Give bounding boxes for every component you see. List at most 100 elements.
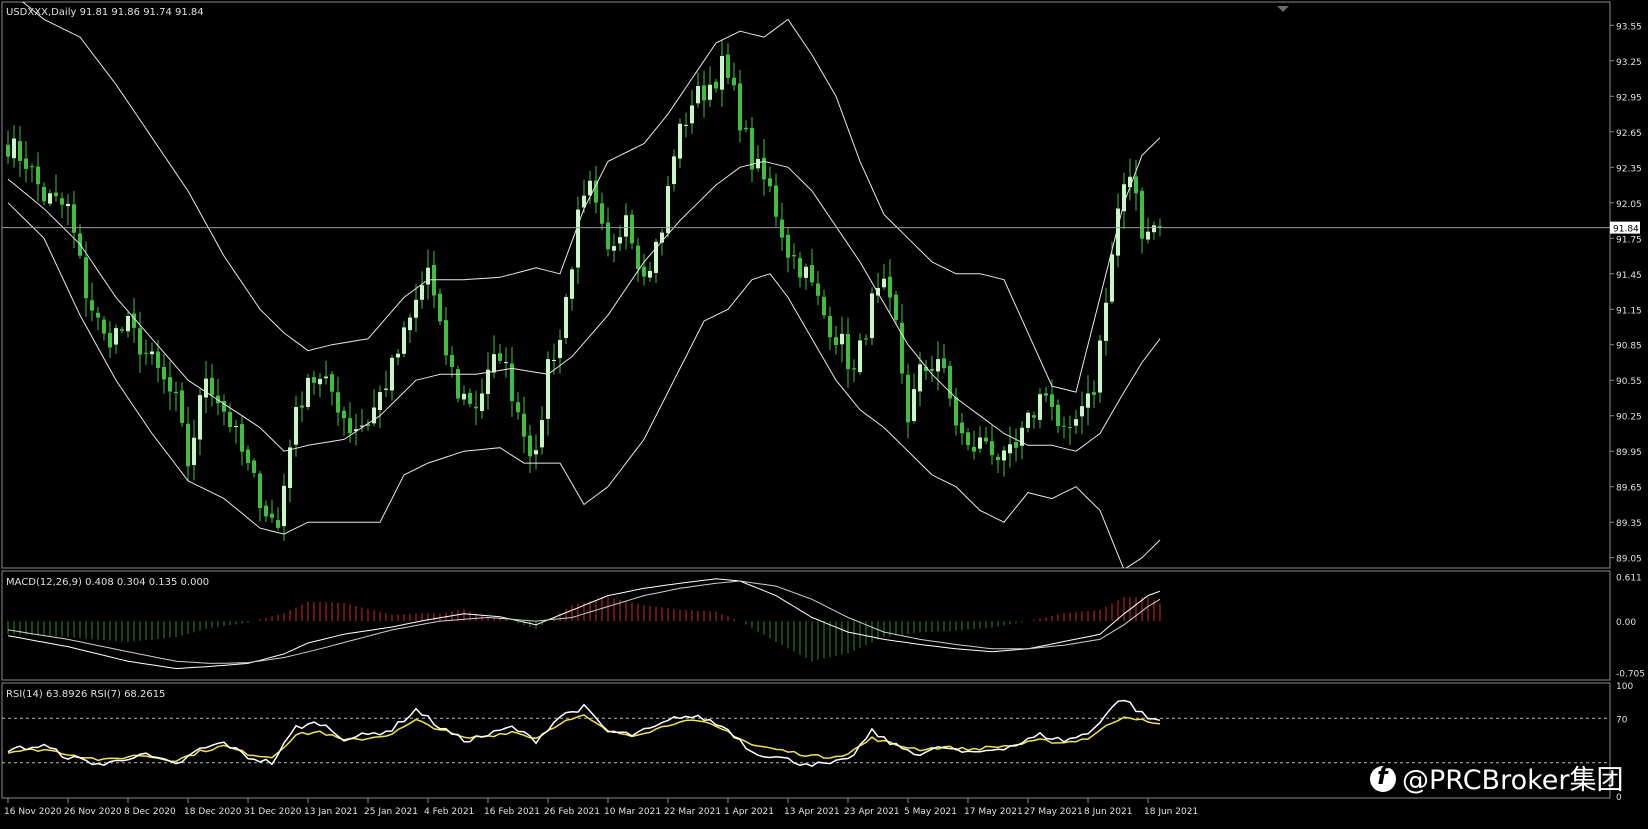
candle-body-bear [42, 186, 46, 202]
candle-body-bull [840, 333, 844, 345]
candle-body-bear [792, 255, 796, 257]
brand-logo-icon [1370, 762, 1396, 792]
candle-body-bull [666, 186, 670, 234]
candle-body-bull [318, 378, 322, 385]
price-axis-label: 93.25 [1616, 58, 1642, 68]
price-axis-label: 91.15 [1616, 306, 1642, 316]
candle-body-bear [24, 158, 28, 169]
time-axis-label: 26 Feb 2021 [544, 807, 600, 817]
time-axis-label: 23 Apr 2021 [844, 807, 900, 817]
candle-body-bear [828, 315, 832, 338]
candle-body-bull [306, 377, 310, 408]
candle-body-bull [408, 317, 412, 331]
candle-body-bull [624, 215, 628, 237]
candle-body-bear [750, 127, 754, 170]
candle-body-bear [168, 377, 172, 392]
candle-body-bull [426, 267, 430, 285]
candle-body-bull [1086, 393, 1090, 408]
candle-body-bull [534, 450, 538, 455]
price-axis-label: 90.85 [1616, 342, 1642, 352]
candle-body-bear [732, 77, 736, 86]
candle [438, 288, 442, 325]
candle-body-bear [210, 377, 214, 396]
candle [564, 293, 568, 345]
candle-body-bull [870, 293, 874, 339]
candle-body-bear [132, 313, 136, 328]
price-axis-label: 89.35 [1616, 519, 1642, 529]
candle-body-bear [780, 219, 784, 238]
candle-body-bear [960, 422, 964, 434]
candle-body-bear [468, 392, 472, 404]
candle-body-bear [846, 334, 850, 370]
time-axis-label: 1 Apr 2021 [724, 807, 774, 817]
candle-body-bull [1002, 450, 1006, 461]
watermark: @PRCBroker集团 [1370, 758, 1623, 797]
candle-body-bear [900, 322, 904, 374]
candle-body-bull [546, 359, 550, 419]
candle-body-bull [1080, 406, 1084, 417]
candle-body-bull [936, 359, 940, 372]
candle-body-bull [858, 340, 862, 373]
candle [630, 209, 634, 250]
candle-body-bear [228, 412, 232, 427]
candle-body-bear [84, 257, 88, 299]
price-axis-label: 91.45 [1616, 271, 1642, 281]
candle-body-bear [630, 214, 634, 244]
chart-background [0, 0, 1648, 825]
candle-body-bear [240, 424, 244, 452]
candle-body-bull [402, 327, 406, 354]
candle-body-bull [648, 270, 652, 278]
macd-axis-label: -0.705 [1616, 670, 1645, 680]
candle-body-bull [12, 138, 16, 159]
candle-body-bull [804, 266, 808, 278]
time-axis-label: 8 Jun 2021 [1084, 807, 1132, 817]
candle-body-bull [150, 351, 154, 355]
candle-body-bull [480, 393, 484, 412]
candle-body-bull [1146, 231, 1150, 240]
chart-window: 91.84 93.55 93.25 92.95 92.65 92.35 92.05 91.75… [0, 0, 1648, 825]
candle-body-bear [702, 85, 706, 101]
candle-body-bear [276, 519, 280, 528]
candle-body-bear [144, 352, 148, 354]
time-axis-label: 22 Mar 2021 [664, 807, 721, 817]
candle-body-bear [1056, 404, 1060, 427]
candle-body-bear [798, 258, 802, 278]
candle-body-bull [48, 193, 52, 204]
candle-body-bull [378, 392, 382, 411]
candle-body-bear [138, 328, 142, 355]
candle-body-bull [552, 359, 556, 362]
candle-body-bull [198, 395, 202, 440]
time-axis-label: 13 Apr 2021 [784, 807, 840, 817]
candle-body-bear [336, 392, 340, 413]
candle-body-bear [264, 505, 268, 517]
candle-body-bear [726, 54, 730, 78]
candle-body-bear [1014, 441, 1018, 448]
candle-body-bear [738, 83, 742, 131]
time-axis-label: 17 May 2021 [964, 807, 1023, 817]
price-axis-label: 93.55 [1616, 22, 1642, 32]
candle-body-bull [288, 447, 292, 489]
candle-body-bear [444, 320, 448, 356]
candle-body-bull [324, 376, 328, 379]
candle-body-bear [30, 166, 34, 168]
candle-body-bear [246, 449, 250, 464]
time-axis-label: 25 Jan 2021 [364, 807, 418, 817]
time-axis-label: 27 May 2021 [1024, 807, 1083, 817]
candle-body-bear [174, 391, 178, 394]
candle-body-bear [60, 198, 64, 205]
time-axis-label: 18 Dec 2020 [184, 807, 242, 817]
trading-chart[interactable]: 91.84 93.55 93.25 92.95 92.65 92.35 92.05 91.75… [0, 0, 1648, 825]
candle-body-bear [510, 363, 514, 402]
candle-body-bear [456, 369, 460, 399]
candle-body-bull [234, 426, 238, 428]
candle-body-bull [876, 288, 880, 296]
price-panel-title: USDXXX,Daily 91.81 91.86 91.74 91.84 [6, 7, 204, 18]
candle-body-bear [1044, 393, 1048, 396]
candle-body-bear [816, 283, 820, 296]
candle-body-bull [918, 364, 922, 392]
time-axis-label: 16 Feb 2021 [484, 807, 540, 817]
candle-body-bull [618, 237, 622, 244]
candle-body-bear [954, 397, 958, 426]
candle-body-bull [558, 339, 562, 359]
current-price-label: 91.84 [1613, 225, 1639, 235]
